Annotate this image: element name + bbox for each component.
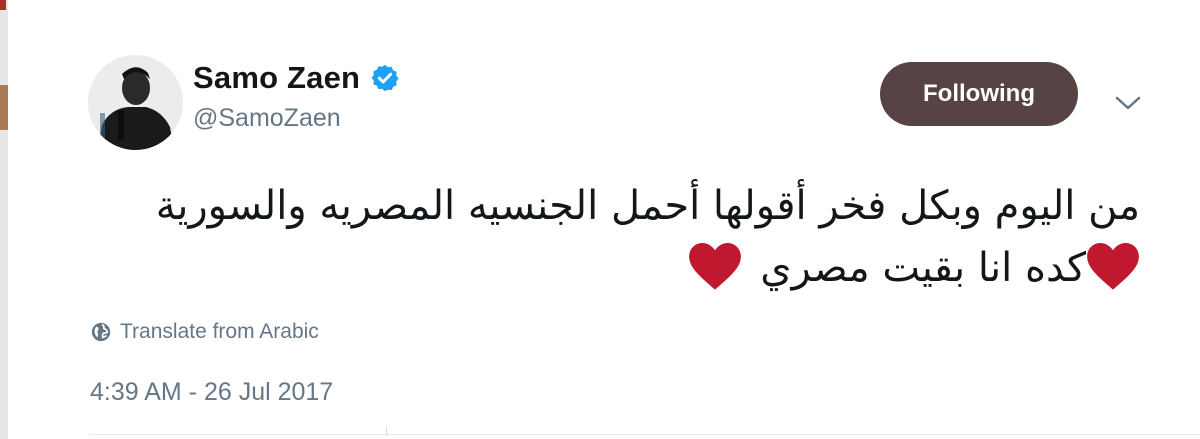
tweet-card: Samo Zaen @SamoZaen Following من اليوم و… [8,0,1200,439]
heart-icon [1087,243,1139,290]
user-handle[interactable]: @SamoZaen [193,104,341,133]
tweet-line-2-text: كده انا بقيت مصري [760,245,1086,291]
following-button[interactable]: Following [880,62,1078,126]
display-name[interactable]: Samo Zaen [193,60,360,96]
heart-icon [689,243,742,290]
chevron-down-icon[interactable] [1112,90,1144,114]
avatar-image [88,55,183,150]
divider [90,434,1200,435]
verified-badge-icon [371,64,399,92]
tweet-text: من اليوم وبكل فخر أقولها أحمل الجنسيه ال… [100,175,1140,299]
translate-link[interactable]: Translate from Arabic [90,320,319,344]
background-window-edge [0,0,8,439]
tweet-line-1: من اليوم وبكل فخر أقولها أحمل الجنسيه ال… [155,183,1140,229]
name-row: Samo Zaen [193,60,400,96]
translate-label[interactable]: Translate from Arabic [120,320,319,344]
globe-icon [91,322,111,342]
tweet-line-2: كده انا بقيت مصري [100,237,1140,299]
divider-tick [386,426,387,436]
background-window-corner [0,0,6,10]
tweet-timestamp[interactable]: 4:39 AM - 26 Jul 2017 [90,378,333,407]
avatar[interactable] [88,55,183,150]
